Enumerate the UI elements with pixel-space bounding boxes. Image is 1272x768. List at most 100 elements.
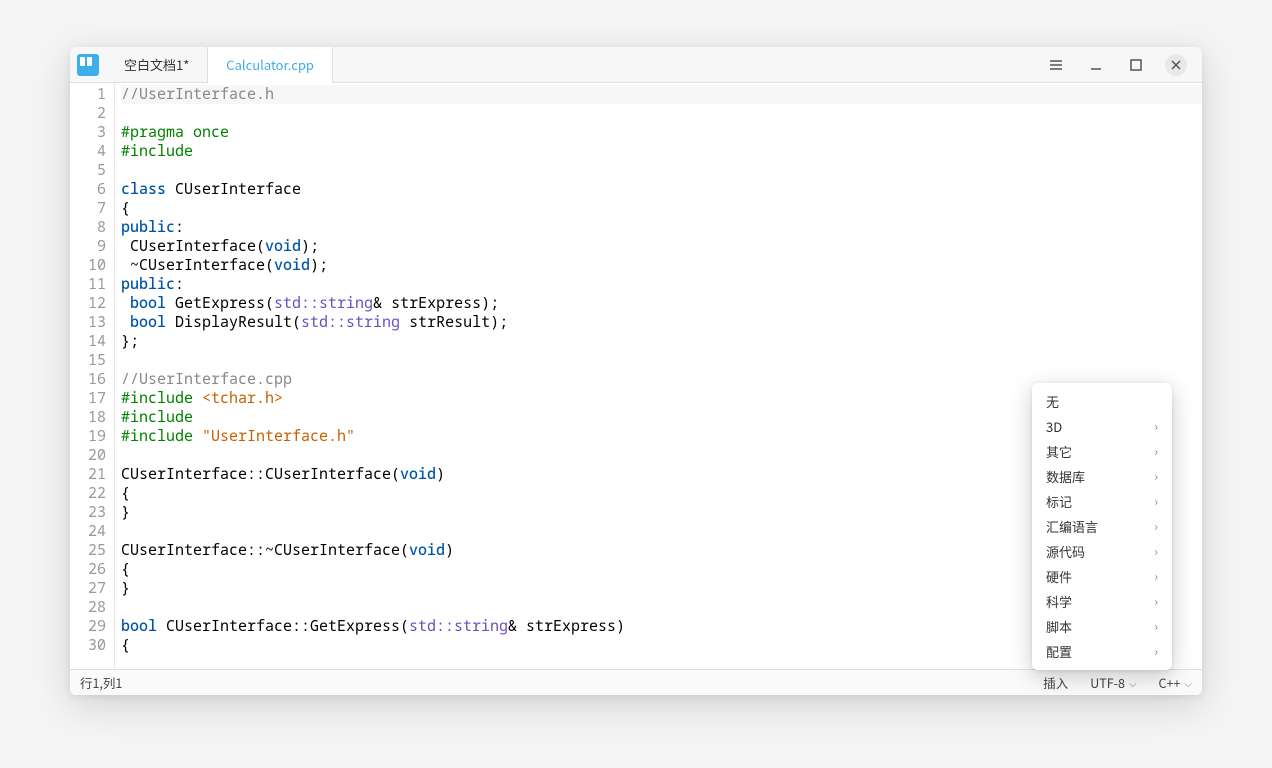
menu-item-label: 硬件 <box>1046 567 1072 586</box>
code-line: class CUserInterface <box>121 180 1202 199</box>
menu-item-label: 汇编语言 <box>1046 517 1098 536</box>
language-label: C++ <box>1159 673 1181 692</box>
line-number: 7 <box>70 199 106 218</box>
menu-item-label: 标记 <box>1046 492 1072 511</box>
menu-item[interactable]: 科学 › <box>1032 589 1172 614</box>
code-line: #include <box>121 142 1202 161</box>
menu-item[interactable]: 硬件 › <box>1032 564 1172 589</box>
chevron-down-icon: ⌵ <box>1129 675 1137 690</box>
line-number-gutter: 1234567891011121314151617181920212223242… <box>70 83 115 669</box>
code-line: { <box>121 199 1202 218</box>
line-number: 17 <box>70 389 106 408</box>
new-tab-button[interactable] <box>333 47 369 82</box>
insert-mode[interactable]: 插入 <box>1043 673 1068 692</box>
line-number: 4 <box>70 142 106 161</box>
line-number: 6 <box>70 180 106 199</box>
line-number: 10 <box>70 256 106 275</box>
line-number: 1 <box>70 85 106 104</box>
line-number: 25 <box>70 541 106 560</box>
tab-strip: 空白文档1*Calculator.cpp <box>106 47 333 82</box>
chevron-right-icon: › <box>1154 618 1158 635</box>
line-number: 27 <box>70 579 106 598</box>
cursor-position[interactable]: 行1,列1 <box>80 673 122 692</box>
line-number: 14 <box>70 332 106 351</box>
menu-item-label: 脚本 <box>1046 617 1072 636</box>
line-number: 24 <box>70 522 106 541</box>
line-number: 22 <box>70 484 106 503</box>
line-number: 12 <box>70 294 106 313</box>
chevron-right-icon: › <box>1154 593 1158 610</box>
code-line <box>121 351 1202 370</box>
menu-item-label: 配置 <box>1046 642 1072 661</box>
line-number: 26 <box>70 560 106 579</box>
chevron-right-icon: › <box>1154 468 1158 485</box>
line-number: 23 <box>70 503 106 522</box>
minimize-button[interactable] <box>1076 47 1116 82</box>
code-line <box>121 104 1202 123</box>
line-number: 16 <box>70 370 106 389</box>
code-line: public: <box>121 218 1202 237</box>
code-line: CUserInterface(void); <box>121 237 1202 256</box>
chevron-right-icon: › <box>1154 518 1158 535</box>
code-line: public: <box>121 275 1202 294</box>
close-button[interactable] <box>1156 47 1196 82</box>
line-number: 15 <box>70 351 106 370</box>
line-number: 2 <box>70 104 106 123</box>
line-number: 20 <box>70 446 106 465</box>
status-bar: 行1,列1 插入 UTF-8 ⌵ C++ ⌵ <box>70 669 1202 695</box>
encoding-label: UTF-8 <box>1090 673 1125 692</box>
editor-window: 空白文档1*Calculator.cpp 1234567891011121314… <box>70 47 1202 695</box>
menu-item-label: 其它 <box>1046 442 1072 461</box>
menu-item[interactable]: 脚本 › <box>1032 614 1172 639</box>
line-number: 13 <box>70 313 106 332</box>
code-line: bool DisplayResult(std::string strResult… <box>121 313 1202 332</box>
code-line: bool GetExpress(std::string& strExpress)… <box>121 294 1202 313</box>
line-number: 11 <box>70 275 106 294</box>
menu-item[interactable]: 源代码 › <box>1032 539 1172 564</box>
language-selector[interactable]: C++ ⌵ <box>1159 673 1192 692</box>
menu-item[interactable]: 3D › <box>1032 414 1172 439</box>
menu-item[interactable]: 汇编语言 › <box>1032 514 1172 539</box>
line-number: 5 <box>70 161 106 180</box>
document-tab[interactable]: 空白文档1* <box>106 47 208 82</box>
maximize-button[interactable] <box>1116 47 1156 82</box>
line-number: 18 <box>70 408 106 427</box>
chevron-right-icon: › <box>1154 543 1158 560</box>
menu-item-label: 无 <box>1046 392 1059 411</box>
document-tab[interactable]: Calculator.cpp <box>208 47 333 82</box>
window-controls <box>1036 47 1202 82</box>
code-line: }; <box>121 332 1202 351</box>
line-number: 21 <box>70 465 106 484</box>
menu-item[interactable]: 无 <box>1032 389 1172 414</box>
line-number: 29 <box>70 617 106 636</box>
line-number: 9 <box>70 237 106 256</box>
menu-item-label: 源代码 <box>1046 542 1085 561</box>
title-bar: 空白文档1*Calculator.cpp <box>70 47 1202 83</box>
chevron-right-icon: › <box>1154 418 1158 435</box>
line-number: 3 <box>70 123 106 142</box>
chevron-right-icon: › <box>1154 568 1158 585</box>
code-line <box>121 161 1202 180</box>
menu-item[interactable]: 配置 › <box>1032 639 1172 664</box>
chevron-right-icon: › <box>1154 493 1158 510</box>
line-number: 30 <box>70 636 106 655</box>
menu-item[interactable]: 标记 › <box>1032 489 1172 514</box>
code-line: #pragma once <box>121 123 1202 142</box>
line-number: 8 <box>70 218 106 237</box>
menu-item[interactable]: 数据库 › <box>1032 464 1172 489</box>
code-line: //UserInterface.h <box>121 85 1202 104</box>
menu-item-label: 数据库 <box>1046 467 1085 486</box>
line-number: 19 <box>70 427 106 446</box>
encoding-selector[interactable]: UTF-8 ⌵ <box>1090 673 1136 692</box>
chevron-right-icon: › <box>1154 443 1158 460</box>
language-category-menu[interactable]: 无 3D › 其它 › 数据库 › 标记 › 汇编语言 › 源代码 › 硬件 › 科学 › 脚本 › 配置 › <box>1032 383 1172 670</box>
app-icon <box>70 47 106 82</box>
code-line: ~CUserInterface(void); <box>121 256 1202 275</box>
chevron-right-icon: › <box>1154 643 1158 660</box>
menu-item-label: 3D <box>1046 417 1062 436</box>
chevron-down-icon: ⌵ <box>1184 675 1192 690</box>
menu-item-label: 科学 <box>1046 592 1072 611</box>
line-number: 28 <box>70 598 106 617</box>
hamburger-menu-button[interactable] <box>1036 47 1076 82</box>
menu-item[interactable]: 其它 › <box>1032 439 1172 464</box>
